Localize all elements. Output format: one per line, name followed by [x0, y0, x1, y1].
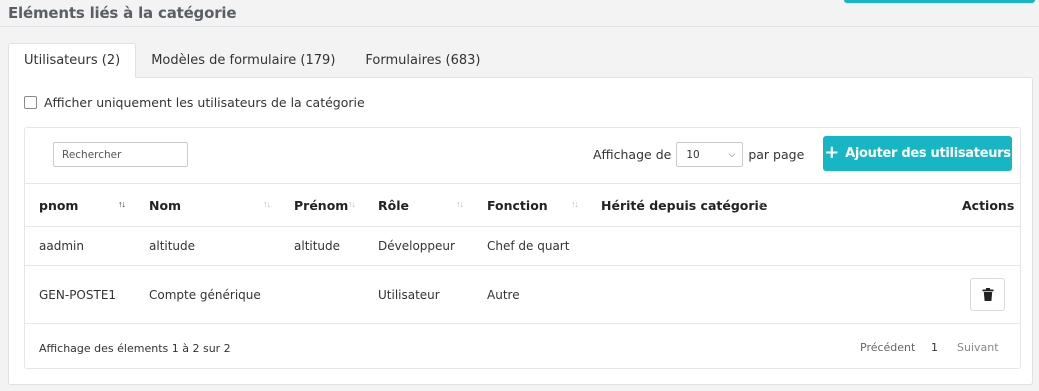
sort-icon[interactable]: ↑↓ [348, 199, 356, 209]
cell-role: Utilisateur [378, 287, 440, 302]
col-header-pnom[interactable]: pnom [39, 184, 78, 227]
table-header: pnom ↑↓ Nom ↑↓ Prénom ↑↓ Rôle ↑↓ Fonctio… [25, 183, 1020, 227]
tab-modeles-formulaire[interactable]: Modèles de formulaire (179) [136, 43, 350, 78]
top-action-button-edge[interactable] [844, 0, 1035, 3]
tab-formulaires[interactable]: Formulaires (683) [350, 43, 495, 78]
col-header-fonction[interactable]: Fonction [487, 184, 548, 227]
table-row: GEN-POSTE1 Compte générique Utilisateur … [25, 266, 1020, 324]
section-title: Eléments liés à la catégorie [8, 4, 237, 22]
trash-icon [982, 288, 993, 301]
col-header-actions: Actions [962, 198, 1015, 213]
cell-role: Développeur [378, 239, 455, 253]
delete-button[interactable] [970, 278, 1005, 311]
page-length-value: 10 [686, 148, 700, 161]
sort-icon[interactable]: ↑↓ [758, 199, 766, 209]
pagination-page-1[interactable]: 1 [931, 341, 938, 354]
tab-utilisateurs[interactable]: Utilisateurs (2) [8, 43, 137, 78]
users-table: pnom ↑↓ Nom ↑↓ Prénom ↑↓ Rôle ↑↓ Fonctio… [25, 183, 1020, 324]
category-only-checkbox[interactable] [24, 96, 37, 109]
col-header-role[interactable]: Rôle [378, 184, 409, 227]
page-length-suffix: par page [748, 147, 805, 162]
cell-nom: Compte générique [149, 287, 261, 302]
page-length-prefix: Affichage de [593, 147, 672, 162]
sort-icon[interactable]: ↑↓ [571, 199, 579, 209]
chevron-down-icon: ⌵ [728, 149, 736, 160]
table-row: aadmin altitude altitude Développeur Che… [25, 227, 1020, 266]
users-table-card: Affichage de 10 ⌵ par page + Ajouter des… [24, 127, 1021, 369]
category-only-label[interactable]: Afficher uniquement les utilisateurs de … [44, 95, 365, 110]
col-header-nom[interactable]: Nom [149, 184, 181, 227]
plus-icon: + [824, 141, 840, 163]
sort-icon[interactable]: ↑↓ [456, 199, 464, 209]
sort-icon[interactable]: ↑↓ [263, 199, 271, 209]
cell-pnom: aadmin [39, 239, 84, 253]
col-header-herite[interactable]: Hérité depuis catégorie [601, 184, 767, 227]
page-length-select[interactable]: 10 ⌵ [676, 142, 744, 167]
tabs: Utilisateurs (2) Modèles de formulaire (… [8, 43, 496, 78]
pagination-previous[interactable]: Précédent [860, 341, 915, 354]
tab-panel: Afficher uniquement les utilisateurs de … [8, 77, 1033, 385]
cell-nom: altitude [149, 239, 196, 253]
pagination-next[interactable]: Suivant [957, 341, 999, 354]
sort-asc-icon[interactable]: ↑↓ [118, 199, 126, 209]
search-input[interactable] [53, 142, 188, 167]
cell-fonction: Chef de quart [487, 239, 570, 253]
cell-fonction: Autre [487, 287, 520, 302]
title-divider [0, 26, 1039, 27]
cell-prenom: altitude [294, 239, 341, 253]
table-info: Affichage des élements 1 à 2 sur 2 [39, 342, 231, 355]
page-length-control: Affichage de 10 ⌵ par page [593, 142, 804, 167]
cell-pnom: GEN-POSTE1 [39, 287, 117, 302]
add-users-label: Ajouter des utilisateurs [845, 146, 1011, 161]
col-header-prenom[interactable]: Prénom [294, 184, 348, 227]
add-users-button[interactable]: + Ajouter des utilisateurs [823, 136, 1012, 171]
category-filter: Afficher uniquement les utilisateurs de … [24, 95, 365, 110]
